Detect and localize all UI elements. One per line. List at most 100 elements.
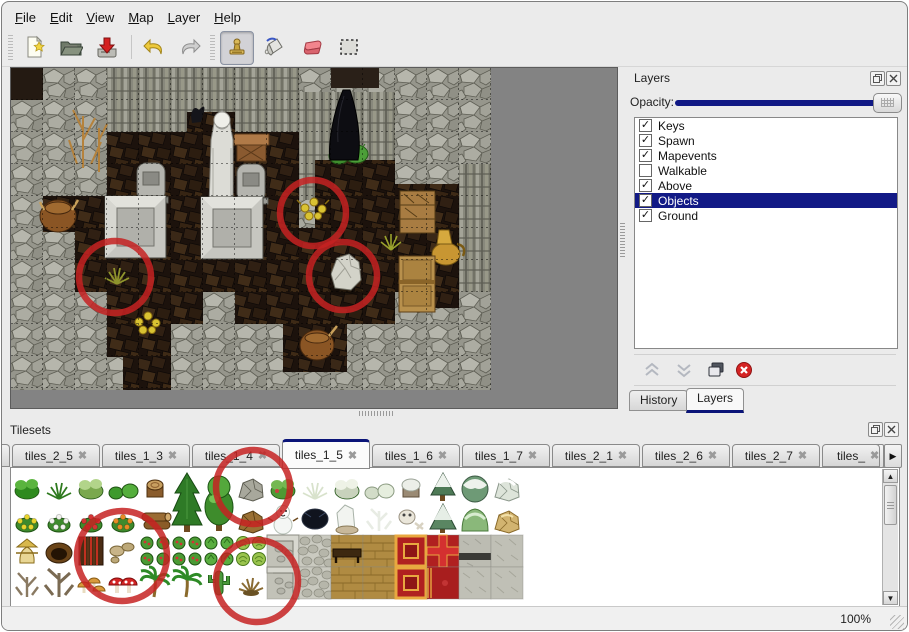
tile-rock-snow[interactable] <box>495 479 519 501</box>
close-panel-button[interactable] <box>886 71 901 86</box>
tileset-tab-tiles_2_7[interactable]: tiles_2_7✖ <box>732 444 820 467</box>
tile-minis-green[interactable] <box>205 537 233 565</box>
tab-close-icon[interactable]: ✖ <box>798 449 807 462</box>
tileset-tab-tiles_1_4[interactable]: tiles_1_4✖ <box>192 444 280 467</box>
menu-layer[interactable]: Layer <box>161 8 208 27</box>
tile-bush[interactable] <box>15 479 39 499</box>
tile-gold-rocks[interactable] <box>495 511 519 533</box>
tile-bush-w[interactable] <box>335 479 359 499</box>
layer-visibility-checkbox[interactable] <box>639 164 652 177</box>
tile-flowers-y[interactable] <box>16 514 38 532</box>
layer-row-ground[interactable]: ✓Ground <box>635 208 897 223</box>
open-file-button[interactable] <box>55 31 87 63</box>
tab-close-icon[interactable]: ✖ <box>870 449 879 462</box>
tile-rocks-tan[interactable] <box>110 543 134 563</box>
tileset-tab-tiles[interactable]: tiles_✖ <box>822 444 880 467</box>
tile-pine-tall[interactable] <box>172 473 202 532</box>
layer-row-mapevents[interactable]: ✓Mapevents <box>635 148 897 163</box>
tab-close-icon[interactable]: ✖ <box>168 449 177 462</box>
tile-stone-tile[interactable] <box>459 567 491 599</box>
delete-layer-button[interactable] <box>732 358 756 382</box>
eraser-tool-button[interactable] <box>296 31 328 63</box>
close-tilesets-button[interactable] <box>884 422 899 437</box>
tile-pine-snow[interactable] <box>431 473 455 501</box>
undo-button[interactable] <box>138 31 170 63</box>
map-canvas[interactable] <box>10 67 618 409</box>
tile-minis-cabbage[interactable] <box>237 537 266 566</box>
tile-wood[interactable] <box>363 535 395 567</box>
tile-carpet-ornate[interactable] <box>395 535 427 567</box>
tile-stump[interactable] <box>147 480 163 497</box>
tab-close-icon[interactable]: ✖ <box>708 449 717 462</box>
layer-visibility-checkbox[interactable]: ✓ <box>639 134 652 147</box>
save-file-button[interactable] <box>91 31 123 63</box>
tile-carpet-ornate[interactable] <box>395 567 427 599</box>
resize-grip[interactable] <box>890 615 904 629</box>
menu-view[interactable]: View <box>79 8 121 27</box>
new-file-button[interactable] <box>19 31 51 63</box>
redo-button[interactable] <box>174 31 206 63</box>
stamp-tool-button[interactable] <box>220 31 254 65</box>
tile-flowers-w[interactable] <box>48 514 70 532</box>
rect-select-tool-button[interactable] <box>333 31 365 63</box>
tile-wood[interactable] <box>363 567 395 599</box>
tab-close-icon[interactable]: ✖ <box>618 449 627 462</box>
tile-rocks-gray[interactable] <box>239 479 263 501</box>
tileset-tab-tiles_1_3[interactable]: tiles_1_3✖ <box>102 444 190 467</box>
tile-stone-tile[interactable] <box>491 567 523 599</box>
tile-burrow[interactable] <box>46 543 72 563</box>
tile-pine-snow2[interactable] <box>430 504 456 533</box>
tile-dry-plant[interactable] <box>239 578 263 596</box>
move-layer-down-button[interactable] <box>672 358 696 382</box>
tile-minis-berry[interactable] <box>141 537 169 565</box>
tile-tree-snow[interactable] <box>462 476 488 502</box>
tile-cactus[interactable] <box>210 571 228 595</box>
toolbar-grip-2[interactable] <box>210 34 215 60</box>
tileset-tab-tiles_1_6[interactable]: tiles_1_6✖ <box>372 444 460 467</box>
fill-tool-button[interactable] <box>258 31 290 63</box>
layer-visibility-checkbox[interactable]: ✓ <box>639 179 652 192</box>
tile-wood-table[interactable] <box>331 535 363 567</box>
tab-close-icon[interactable]: ✖ <box>78 449 87 462</box>
scroll-down-button[interactable]: ▼ <box>883 591 898 605</box>
tile-cobble[interactable] <box>298 535 334 567</box>
tile-hole-dark[interactable] <box>302 509 328 529</box>
tile-floor-frame[interactable] <box>267 567 299 599</box>
tile-bush-pair[interactable] <box>109 484 138 499</box>
tile-stone-band[interactable] <box>459 535 491 567</box>
layer-visibility-checkbox[interactable]: ✓ <box>639 149 652 162</box>
tile-floor-frame[interactable] <box>267 535 299 567</box>
tileset-tab-tiles_2_1[interactable]: tiles_2_1✖ <box>552 444 640 467</box>
tile-rocks-brown[interactable] <box>239 511 263 533</box>
tile-mushrooms[interactable] <box>78 578 105 597</box>
tile-minis-berry[interactable] <box>173 537 201 565</box>
tile-stone-tile[interactable] <box>491 535 523 567</box>
scrollbar-thumb[interactable] <box>884 485 897 525</box>
tile-wood[interactable] <box>331 567 363 599</box>
tile-palm[interactable] <box>141 567 169 597</box>
layer-row-spawn[interactable]: ✓Spawn <box>635 133 897 148</box>
vertical-splitter[interactable] <box>620 223 625 257</box>
tile-moss-mound[interactable] <box>462 509 488 531</box>
layer-visibility-checkbox[interactable]: ✓ <box>639 119 652 132</box>
tile-icerock[interactable] <box>336 505 358 534</box>
tile-cobble[interactable] <box>298 567 334 599</box>
tileset-tab-clipped-left[interactable] <box>2 444 10 467</box>
layer-row-walkable[interactable]: Walkable <box>635 163 897 178</box>
tile-waterfall-dark[interactable] <box>79 537 103 565</box>
tile-dead-tree2[interactable] <box>45 569 73 597</box>
layer-row-objects[interactable]: ✓Objects <box>635 193 897 208</box>
tileset-tab-tiles_1_7[interactable]: tiles_1_7✖ <box>462 444 550 467</box>
tileset-scrollbar[interactable]: ▲ ▼ <box>882 469 898 605</box>
tileset-tab-tiles_1_5[interactable]: tiles_1_5✖ <box>282 439 370 469</box>
toolbar-grip[interactable] <box>8 34 13 60</box>
tile-bush-pair-w[interactable] <box>365 484 394 499</box>
tile-bush-l[interactable] <box>79 479 103 499</box>
tileset-content[interactable]: ▲ ▼ <box>10 467 900 607</box>
tile-grass[interactable] <box>47 483 71 499</box>
tile-flowers-r[interactable] <box>80 514 102 532</box>
tile-branches-w[interactable] <box>367 509 391 531</box>
layer-row-above[interactable]: ✓Above <box>635 178 897 193</box>
horizontal-splitter[interactable] <box>359 411 395 416</box>
tile-carpet-cross[interactable] <box>427 535 459 567</box>
